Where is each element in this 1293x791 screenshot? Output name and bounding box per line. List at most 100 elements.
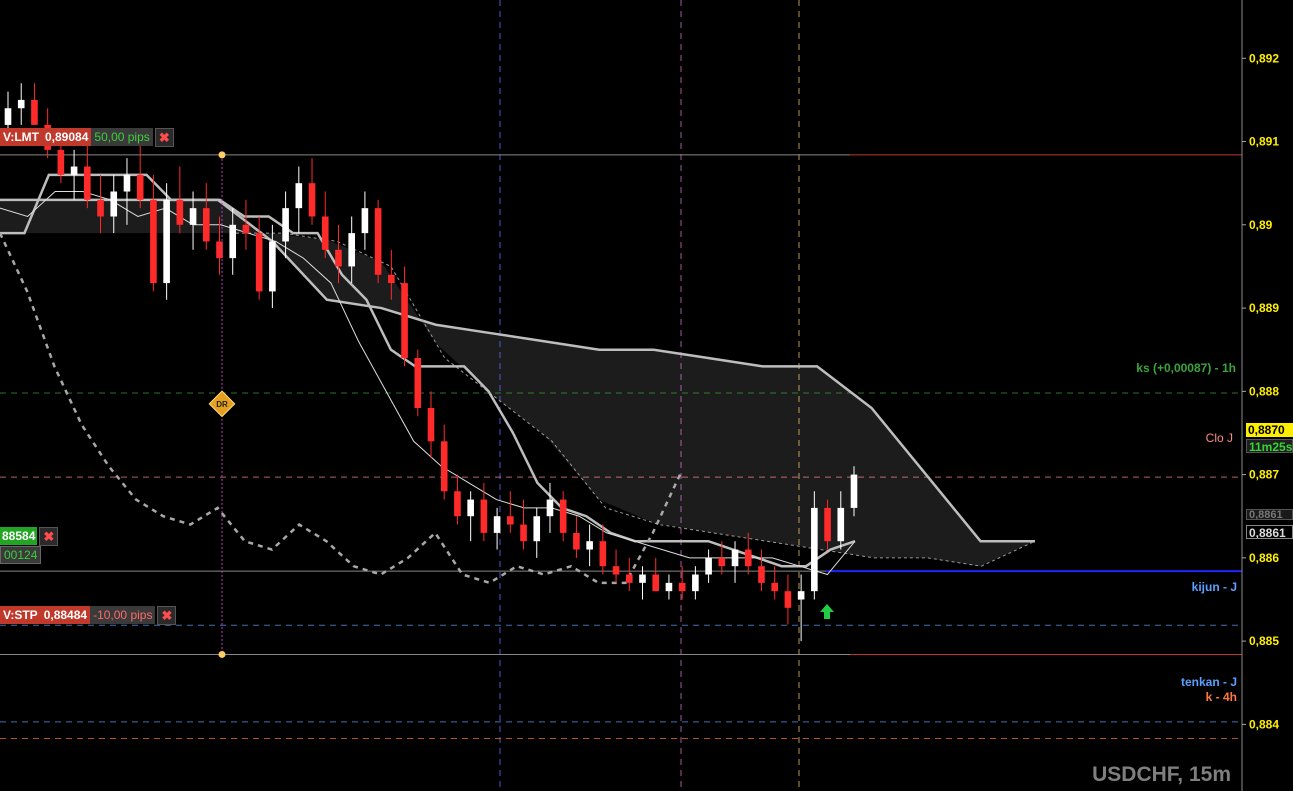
candle-body bbox=[374, 208, 382, 275]
candle-body bbox=[57, 149, 65, 175]
limit-order-price: 0,89084 bbox=[42, 128, 92, 146]
y-tick-label: 0,888 bbox=[1249, 384, 1279, 398]
candle-body bbox=[84, 166, 91, 200]
candle-body bbox=[321, 216, 329, 250]
close-stop-order-button[interactable]: ✖ bbox=[157, 605, 177, 625]
candle-body bbox=[440, 441, 448, 492]
candle-body bbox=[705, 557, 712, 575]
stop-order-tag[interactable]: V:STP 0,88484 -10,00 pips ✖ bbox=[0, 605, 177, 625]
candle-body bbox=[612, 566, 620, 575]
candle-body bbox=[520, 524, 527, 542]
candle-body bbox=[665, 582, 673, 592]
candle-body bbox=[255, 233, 263, 292]
price-axis-ticks: 0,892 0,891 0,89 0,889 0,888 0,887 0,886 0,885 0… bbox=[1242, 51, 1279, 731]
price-chart[interactable]: DR 0,8920,8910,890,8890,8880,8870,8860,8… bbox=[0, 0, 1293, 791]
y-tick-label: 0,885 bbox=[1249, 634, 1279, 648]
candle-body bbox=[744, 549, 752, 567]
countdown-box: 11m25s bbox=[1246, 439, 1293, 453]
candle-body bbox=[401, 283, 408, 359]
candle-body bbox=[533, 516, 541, 542]
level-label-clo: Clo J bbox=[1205, 431, 1233, 445]
symbol-timeframe-label: USDCHF, 15m bbox=[1092, 763, 1231, 786]
candle-body bbox=[586, 541, 593, 550]
stop-anchor-dot bbox=[218, 650, 226, 658]
candle-body bbox=[454, 491, 461, 517]
candle-body bbox=[176, 199, 184, 225]
y-tick-label: 0,892 bbox=[1249, 51, 1279, 65]
candle-body bbox=[136, 174, 144, 200]
candle-body bbox=[4, 108, 12, 125]
level-label-k4h: k - 4h bbox=[1205, 690, 1237, 704]
y-tick-label: 0,887 bbox=[1249, 468, 1279, 482]
candle-body bbox=[70, 166, 78, 175]
candle-body bbox=[427, 407, 435, 442]
price-box-entry: 0,8861 bbox=[1246, 525, 1293, 539]
candle-body bbox=[308, 183, 316, 217]
y-tick-label: 0,889 bbox=[1249, 301, 1279, 315]
level-label-ks: ks (+0,00087) - 1h bbox=[1136, 361, 1236, 375]
candle-body bbox=[467, 499, 474, 517]
candle-body bbox=[811, 507, 818, 592]
candle-body bbox=[335, 249, 342, 267]
candle-body bbox=[493, 516, 501, 533]
buy-arrow-icon bbox=[820, 603, 834, 619]
candle-body bbox=[652, 574, 660, 592]
candle-body bbox=[414, 358, 422, 408]
close-entry-order-button[interactable]: ✖ bbox=[39, 526, 59, 546]
candle-body bbox=[678, 582, 686, 592]
entry-order-tag[interactable]: 88584 ✖ bbox=[0, 526, 59, 546]
candle-body bbox=[97, 199, 104, 217]
limit-order-type: V:LMT bbox=[0, 128, 42, 146]
candle-body bbox=[771, 582, 778, 592]
y-tick-label: 0,886 bbox=[1249, 551, 1279, 565]
candle-body bbox=[718, 557, 726, 567]
candle-body bbox=[31, 99, 38, 125]
candle-body bbox=[269, 241, 276, 292]
candle-body bbox=[202, 208, 210, 242]
candle-body bbox=[692, 574, 699, 592]
candle-body bbox=[361, 208, 369, 234]
candle-body bbox=[189, 208, 197, 225]
candle-body bbox=[599, 541, 607, 567]
candle-body bbox=[480, 499, 488, 533]
stop-order-price: 0,88484 bbox=[40, 606, 91, 624]
candle-body bbox=[295, 183, 303, 209]
candle-body bbox=[824, 507, 831, 542]
limit-order-pips: 50,00 pips bbox=[91, 128, 153, 146]
candle-body bbox=[731, 549, 739, 567]
dr-marker-label: DR bbox=[216, 400, 228, 409]
candle-body bbox=[242, 224, 250, 234]
level-label-tenkan: tenkan - J bbox=[1180, 675, 1237, 689]
y-tick-label: 0,884 bbox=[1249, 717, 1279, 731]
stop-order-type: V:STP bbox=[0, 606, 41, 624]
candle-body bbox=[784, 591, 792, 608]
entry-order-price: 88584 bbox=[0, 527, 38, 545]
candle-body bbox=[348, 233, 355, 267]
candle-body bbox=[639, 574, 646, 583]
candle-body bbox=[507, 516, 514, 525]
candle-body bbox=[559, 499, 567, 533]
candle-body bbox=[282, 208, 289, 242]
limit-order-tag[interactable]: V:LMT 0,89084 50,00 pips ✖ bbox=[0, 127, 174, 147]
candle-body bbox=[546, 499, 554, 517]
stop-order-pips: -10,00 pips bbox=[90, 606, 156, 624]
candle-body bbox=[163, 199, 170, 284]
candle-body bbox=[110, 191, 118, 217]
level-label-kijun: kijun - J bbox=[1191, 580, 1237, 594]
candle-body bbox=[123, 174, 131, 192]
candle-body bbox=[17, 99, 25, 109]
candle-body bbox=[797, 591, 805, 600]
candle-body bbox=[758, 566, 765, 583]
candle-body bbox=[573, 532, 580, 550]
candle-body bbox=[625, 574, 633, 583]
current-price-box: 0,8870 bbox=[1246, 423, 1293, 437]
candle-body bbox=[229, 224, 237, 259]
candle-body bbox=[150, 199, 157, 284]
candle-body bbox=[837, 507, 845, 542]
limit-anchor-dot bbox=[218, 151, 226, 159]
y-tick-label: 0,89 bbox=[1249, 218, 1273, 232]
close-limit-order-button[interactable]: ✖ bbox=[154, 127, 174, 147]
candle-body bbox=[850, 474, 858, 508]
entry-order-pips: 00124 bbox=[0, 546, 42, 564]
entry-order-pips-tag: 00124 bbox=[0, 546, 42, 564]
